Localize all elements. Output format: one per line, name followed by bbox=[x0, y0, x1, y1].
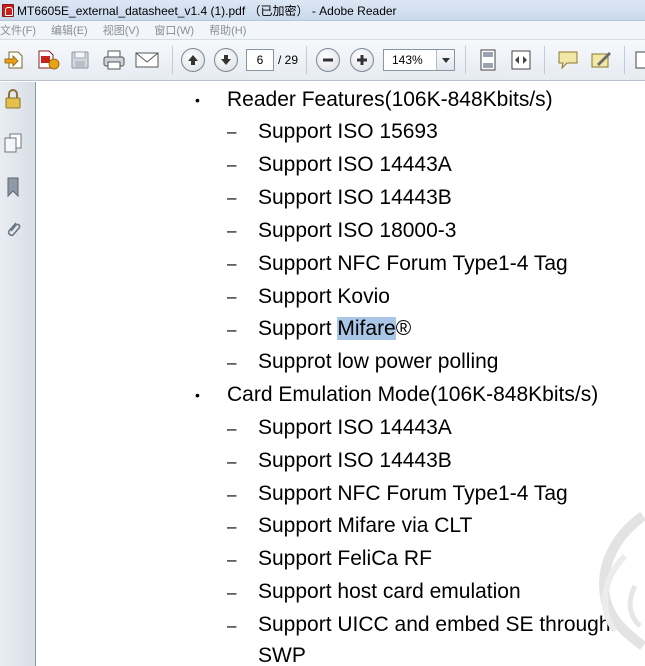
menu-file[interactable]: 文件(F) bbox=[0, 22, 36, 38]
dash: – bbox=[227, 550, 237, 569]
list-item: Support NFC Forum Type1-4 Tag bbox=[258, 252, 568, 275]
comment-icon[interactable] bbox=[555, 48, 581, 72]
dash: – bbox=[227, 583, 237, 602]
dash: – bbox=[227, 221, 237, 240]
more-tools-icon[interactable] bbox=[630, 48, 645, 72]
section-heading: Card Emulation Mode(106K-848Kbits/s) bbox=[227, 383, 599, 406]
dash: – bbox=[227, 353, 237, 372]
create-pdf-icon[interactable] bbox=[2, 48, 28, 72]
bullet: • bbox=[195, 387, 200, 403]
list-item: Support Kovio bbox=[258, 285, 390, 308]
title-bar: MT6605E_external_datasheet_v1.4 (1).pdf … bbox=[0, 0, 645, 21]
menu-view[interactable]: 视图(V) bbox=[103, 22, 140, 38]
fit-page-icon[interactable] bbox=[475, 48, 501, 72]
zoom-select[interactable]: 143% bbox=[383, 49, 455, 71]
dash: – bbox=[227, 419, 237, 438]
document-view[interactable]: • Reader Features(106K-848Kbits/s) – Sup… bbox=[37, 82, 645, 666]
text-prefix: Support bbox=[258, 317, 338, 340]
list-item: Support ISO 14443B bbox=[258, 449, 452, 472]
list-item: Support ISO 14443A bbox=[258, 416, 452, 439]
menu-help[interactable]: 帮助(H) bbox=[209, 22, 246, 38]
list-item: Support host card emulation bbox=[258, 580, 521, 603]
text-suffix: ® bbox=[395, 317, 412, 340]
export-icon[interactable] bbox=[34, 48, 62, 72]
toolbar-separator bbox=[172, 46, 173, 74]
list-item: Support ISO 18000-3 bbox=[258, 219, 457, 242]
bullet: • bbox=[195, 92, 200, 108]
page-total: / 29 bbox=[278, 53, 299, 67]
list-item: Support Mifare via CLT bbox=[258, 514, 473, 537]
dash: – bbox=[227, 188, 237, 207]
list-item: Support ISO 14443B bbox=[258, 186, 452, 209]
window-title: MT6605E_external_datasheet_v1.4 (1).pdf … bbox=[17, 3, 397, 18]
minus-icon[interactable] bbox=[316, 48, 340, 72]
plus-icon[interactable] bbox=[350, 48, 374, 72]
save-icon[interactable] bbox=[67, 48, 93, 72]
zoom-value: 143% bbox=[392, 53, 423, 67]
section-heading: Reader Features(106K-848Kbits/s) bbox=[227, 88, 553, 111]
page-number-input[interactable] bbox=[246, 49, 274, 71]
list-item-selected: Support Mifare® bbox=[258, 317, 411, 341]
text-selection[interactable]: Mifare bbox=[337, 317, 396, 340]
lock-icon[interactable] bbox=[3, 88, 23, 110]
navigation-panel bbox=[0, 82, 36, 666]
sign-icon[interactable] bbox=[588, 48, 614, 72]
email-icon[interactable] bbox=[133, 48, 161, 72]
dash: – bbox=[227, 287, 237, 306]
toolbar-separator bbox=[624, 46, 625, 74]
watermark-logo bbox=[599, 511, 645, 650]
dash: – bbox=[227, 616, 237, 635]
dash: – bbox=[227, 155, 237, 174]
menu-bar: 文件(F) 编辑(E) 视图(V) 窗口(W) 帮助(H) bbox=[0, 21, 645, 40]
toolbar-separator bbox=[306, 46, 307, 74]
bookmark-icon[interactable] bbox=[3, 176, 23, 198]
print-icon[interactable] bbox=[100, 48, 128, 72]
adobe-reader-icon bbox=[2, 3, 14, 17]
toolbar-separator bbox=[465, 46, 466, 74]
pages-icon[interactable] bbox=[3, 132, 23, 154]
menu-edit[interactable]: 编辑(E) bbox=[51, 22, 88, 38]
dash: – bbox=[227, 485, 237, 504]
list-item: Support ISO 14443A bbox=[258, 153, 452, 176]
dash: – bbox=[227, 122, 237, 141]
arrow-up-icon[interactable] bbox=[181, 48, 205, 72]
list-item: Support ISO 15693 bbox=[258, 120, 438, 143]
dash: – bbox=[227, 452, 237, 471]
list-item: Support FeliCa RF bbox=[258, 547, 432, 570]
paperclip-icon[interactable] bbox=[3, 218, 23, 240]
list-item: Supprot low power polling bbox=[258, 350, 499, 373]
arrow-down-icon[interactable] bbox=[214, 48, 238, 72]
dash: – bbox=[227, 320, 237, 339]
list-item-continued: SWP bbox=[258, 644, 306, 666]
toolbar bbox=[0, 40, 645, 81]
dash: – bbox=[227, 517, 237, 536]
dash: – bbox=[227, 254, 237, 273]
fit-width-icon[interactable] bbox=[508, 48, 534, 72]
toolbar-separator bbox=[544, 46, 545, 74]
chevron-down-icon[interactable] bbox=[436, 50, 454, 70]
menu-window[interactable]: 窗口(W) bbox=[154, 22, 194, 38]
